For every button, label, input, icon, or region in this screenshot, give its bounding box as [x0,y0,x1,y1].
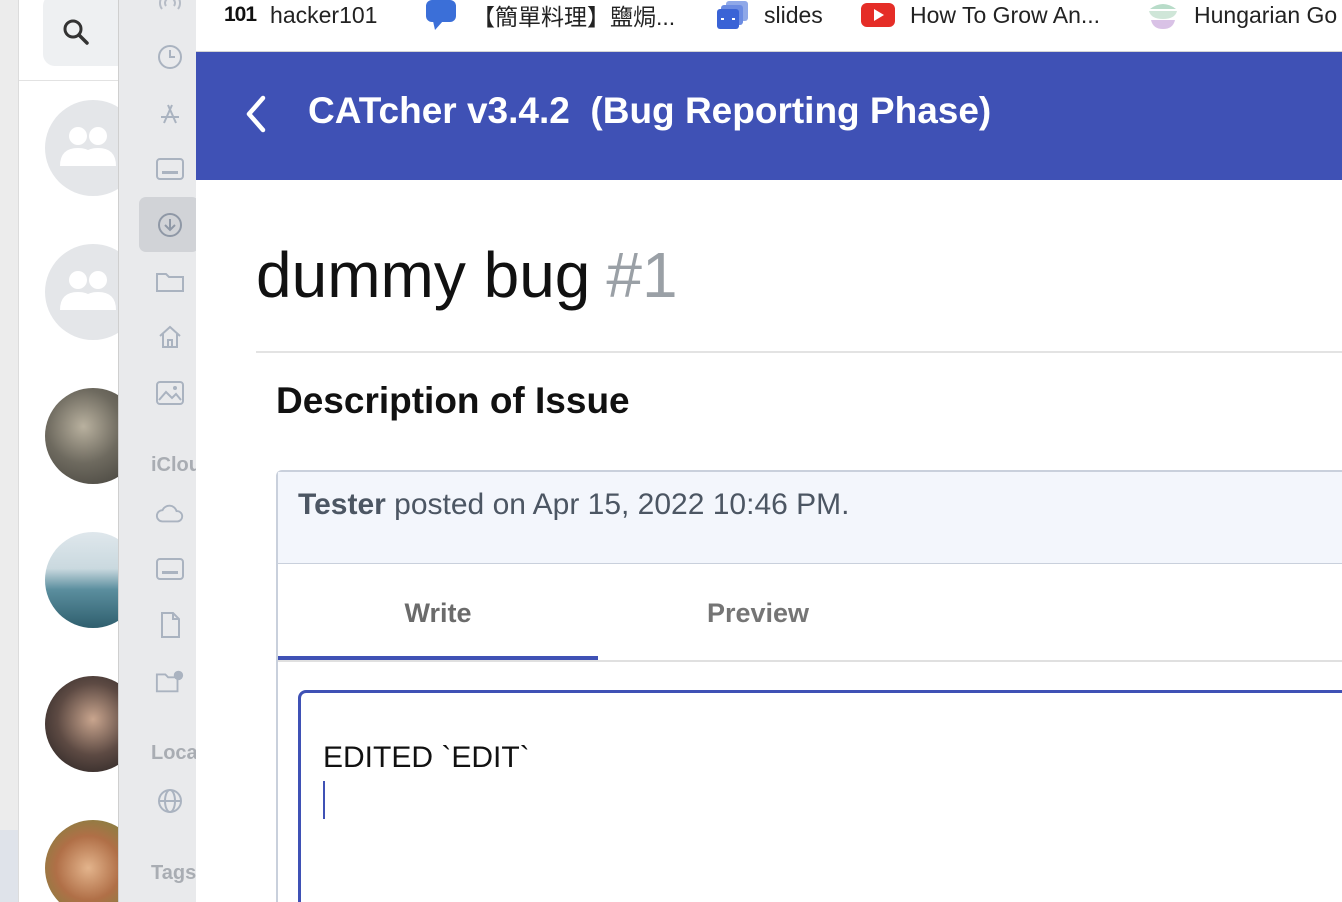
app-title: CATcher v3.4.2 (Bug Reporting Phase) [308,90,992,131]
search-icon [61,17,91,52]
group-icon [58,268,118,317]
downloads-icon[interactable] [155,210,185,240]
bookmark-label: slides [764,1,823,28]
folder-icon[interactable] [155,266,185,296]
text-caret [323,781,325,819]
speech-bubble-icon [424,0,458,31]
youtube-icon [860,2,896,28]
bookmark-hacker101[interactable]: 101 hacker101 [224,0,377,30]
desktop-icon[interactable] [155,154,185,184]
globe-icon[interactable] [155,786,185,816]
bookmark-recipe[interactable]: 【簡單料理】鹽焗... [424,0,675,30]
sidebar-section-tags: Tags [151,862,197,884]
sidebar-section-icloud: iCloud [151,454,197,476]
bookmark-label: hacker101 [270,1,378,28]
stacked-bowls-icon [1146,0,1180,31]
active-tab-indicator [278,656,598,660]
title-divider [256,351,1342,353]
clock-icon[interactable] [155,42,185,72]
chat-list-panel [18,0,141,902]
chevron-left-icon [243,94,269,139]
bookmarks-bar: 101 hacker101 【簡單料理】鹽焗... slides How To … [196,0,1342,52]
issue-number: #1 [606,239,678,311]
bookmark-label: 【簡單料理】鹽焗... [472,4,676,30]
background-window-edge [0,0,18,902]
pictures-icon[interactable] [155,378,185,408]
editor-tabs: Write Preview [278,564,1342,662]
shared-folder-icon[interactable] [155,666,185,696]
group-icon [58,124,118,173]
bookmark-label: Hungarian Go [1194,1,1338,28]
description-comment-card: Tester posted on Apr 15, 2022 10:46 PM. … [276,470,1342,902]
comment-header: Tester posted on Apr 15, 2022 10:46 PM. [278,472,1342,564]
document-icon[interactable] [155,610,185,640]
sidebar-section-locations: Locations [151,742,197,764]
bookmark-slides[interactable]: slides [716,0,823,30]
home-icon[interactable] [155,322,185,352]
cloud-icon[interactable] [155,498,185,528]
comment-author[interactable]: Tester [298,488,386,521]
bookmark-hungarian[interactable]: Hungarian Go [1146,0,1337,30]
tab-preview[interactable]: Preview [598,564,918,662]
issue-title-text: dummy bug [256,239,591,311]
desktop-icon[interactable] [155,554,185,584]
back-button[interactable] [236,94,276,139]
issue-title: dummy bug #1 [256,238,678,312]
description-textarea[interactable]: EDITED `EDIT` [298,690,1342,902]
comment-timestamp: posted on Apr 15, 2022 10:46 PM. [385,488,850,521]
editor-text: EDITED `EDIT` [323,741,530,774]
applications-icon[interactable] [155,98,185,128]
bookmark-video[interactable]: How To Grow An... [860,0,1100,30]
description-heading: Description of Issue [276,380,630,421]
background-window-fragment [0,830,18,902]
divider [19,80,129,81]
slides-icon [716,0,750,30]
app-toolbar: CATcher v3.4.2 (Bug Reporting Phase) [196,52,1342,180]
bookmark-label: How To Grow An... [910,1,1101,28]
airdrop-icon[interactable] [155,0,185,18]
finder-sidebar: iCloud Locations Tags [118,0,199,902]
catcher-window: 101 hacker101 【簡單料理】鹽焗... slides How To … [196,0,1342,902]
101-logo-icon: 101 [224,3,257,26]
tab-write[interactable]: Write [278,564,598,662]
